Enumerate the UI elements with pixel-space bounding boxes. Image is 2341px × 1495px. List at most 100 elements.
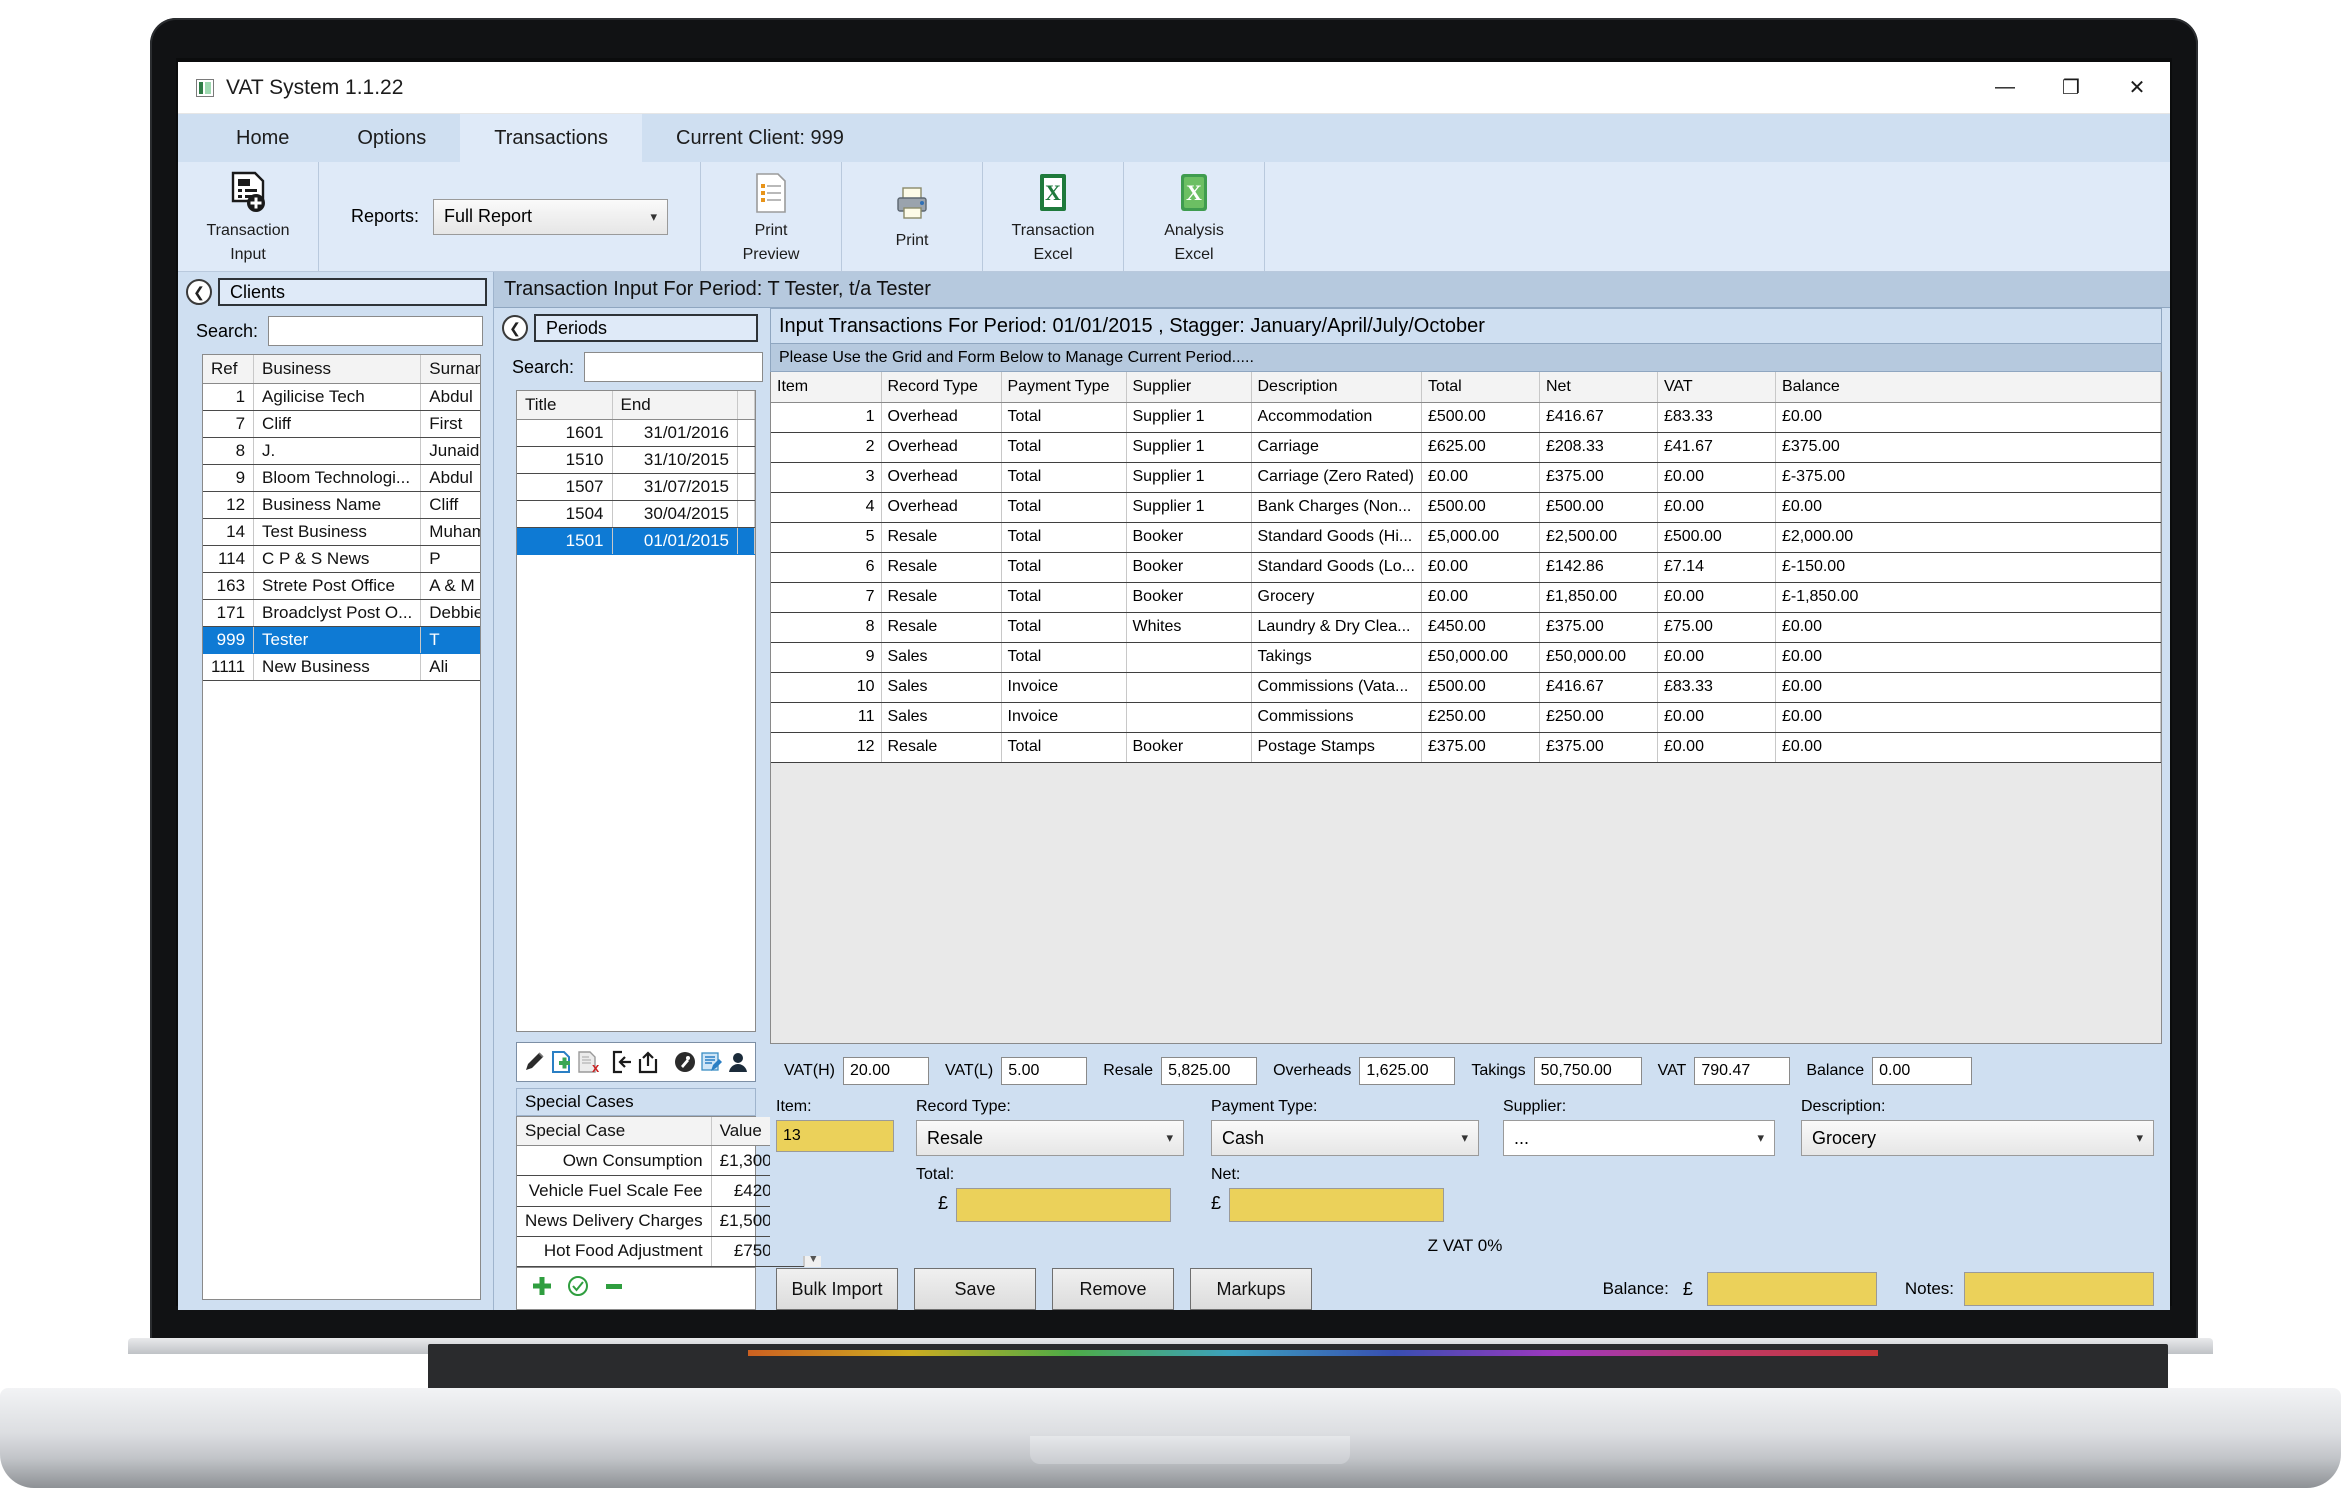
bulk-import-button[interactable]: Bulk Import [776,1268,898,1310]
vat-value[interactable]: 790.47 [1694,1057,1791,1085]
table-row[interactable]: 7 Resale Total Booker Grocery £0.00 £1,850.00 £… [771,582,2161,613]
summary-balance-value[interactable]: 0.00 [1872,1057,1973,1085]
print-preview-button[interactable]: Print Preview [715,169,827,265]
add-icon[interactable] [531,1275,553,1302]
tab-home[interactable]: Home [202,114,323,162]
tab-transactions[interactable]: Transactions [460,114,643,162]
table-row[interactable]: 1 Overhead Total Supplier 1 Accommodation £50… [771,402,2161,433]
table-row[interactable]: 1510 31/10/2015 [517,446,755,474]
form-balance-input[interactable] [1706,1272,1877,1306]
table-row[interactable]: 14Test BusinessMuhammad [203,518,480,546]
table-row[interactable]: 171 Broadclyst Post O... Debbie [203,599,480,627]
payment-type-select[interactable]: Cash ▾ [1211,1120,1479,1156]
collapse-periods-icon[interactable]: ❮ [502,315,528,341]
table-row[interactable]: 9 Bloom Technologi... Abdul [203,464,480,492]
periods-search-input[interactable] [584,352,764,382]
net-input[interactable] [1229,1188,1445,1222]
table-row[interactable]: 12 Resale Total Booker Postage Stamps £375.00… [771,732,2161,763]
close-icon[interactable]: ✕ [2104,62,2170,113]
table-row[interactable]: 5 Resale Total Booker Standard Goods (Hi... £… [771,522,2161,553]
table-row[interactable]: 4 Overhead Total Supplier 1 Bank Charges (No… [771,492,2161,523]
reports-select[interactable]: Full Report ▾ [433,198,669,235]
column-end[interactable]: End [612,391,738,420]
column-business[interactable]: Business [253,355,422,384]
table-row[interactable]: 8 J. Junaid [203,437,480,465]
report-edit-icon[interactable] [699,1047,723,1077]
remove-button[interactable]: Remove [1052,1268,1174,1310]
delete-document-icon[interactable]: x [575,1047,599,1077]
column-special-case[interactable]: Special Case [517,1117,712,1146]
tab-options[interactable]: Options [323,114,460,162]
vat-h-value[interactable]: 20.00 [842,1057,929,1085]
remove-icon[interactable] [603,1275,625,1302]
markups-button[interactable]: Markups [1190,1268,1312,1310]
table-row[interactable]: 9 Sales Total Takings £50,000.00 £50,000.00 £0… [771,642,2161,673]
column-description[interactable]: Description [1251,372,1422,403]
import-icon[interactable] [611,1047,635,1077]
clients-search-input[interactable] [268,316,483,346]
confirm-icon[interactable] [567,1275,589,1302]
table-row[interactable]: 10 Sales Invoice Commissions (Vata... £500.0… [771,672,2161,703]
supplier-select[interactable]: ... ▾ [1503,1120,1775,1156]
column-payment-type[interactable]: Payment Type [1001,372,1127,403]
add-document-icon[interactable] [549,1047,573,1077]
transactions-grid[interactable]: Item Record Type Payment Type Supplier D… [770,372,2162,1044]
minimize-icon[interactable]: — [1972,62,2038,113]
maximize-icon[interactable]: ❐ [2038,62,2104,113]
cell-description: Commissions [1251,702,1422,733]
special-cases-grid[interactable]: Special Case Value Own Consumption £1,300… [516,1116,822,1268]
user-icon[interactable] [725,1047,749,1077]
table-row[interactable]: 8 Resale Total Whites Laundry & Dry Clea... £… [771,612,2161,643]
analysis-excel-button[interactable]: X Analysis Excel [1138,169,1250,265]
table-row[interactable]: 1501 01/01/2015 [517,527,755,555]
table-row[interactable]: 1601 31/01/2016 [517,419,755,447]
column-record-type[interactable]: Record Type [881,372,1002,403]
table-row[interactable]: Vehicle Fuel Scale Fee £420.00 [517,1175,805,1207]
table-row[interactable]: 12 Business Name Cliff [203,491,480,519]
column-vat[interactable]: VAT [1657,372,1776,403]
transaction-excel-button[interactable]: X Transaction Excel [997,169,1109,265]
table-row[interactable]: 3 Overhead Total Supplier 1 Carriage (Zero R… [771,462,2161,493]
cell-payment-type: Total [1001,402,1127,433]
column-total[interactable]: Total [1421,372,1540,403]
column-item[interactable]: Item [771,372,882,403]
table-row[interactable]: 1 Agilicise Tech Abdul [203,383,480,411]
column-balance[interactable]: Balance [1775,372,2161,403]
column-surname[interactable]: Surname [420,355,480,384]
total-input[interactable] [956,1188,1172,1222]
table-row[interactable]: 163 Strete Post Office A & M [203,572,480,600]
table-row[interactable]: Hot Food Adjustment £750.00 [517,1236,805,1268]
column-ref[interactable]: Ref [203,355,255,384]
print-button[interactable]: Print [856,179,968,255]
takings-value[interactable]: 50,750.00 [1533,1057,1642,1085]
column-title[interactable]: Title [517,391,613,420]
table-row[interactable]: 1507 31/07/2015 [517,473,755,501]
export-icon[interactable] [637,1047,661,1077]
periods-grid[interactable]: Title End 1601 31/01/2016 1510 31/10/2015 15… [516,390,756,1032]
table-row[interactable]: 1504 30/04/2015 [517,500,755,528]
overheads-value[interactable]: 1,625.00 [1359,1057,1456,1085]
record-type-select[interactable]: Resale ▾ [916,1120,1184,1156]
edit-pencil-icon[interactable] [523,1047,547,1077]
description-select[interactable]: Grocery ▾ [1801,1120,2154,1156]
item-input[interactable]: 13 [776,1120,894,1152]
table-row[interactable]: 11 Sales Invoice Commissions £250.00 £250.00 £… [771,702,2161,733]
table-row[interactable]: 999 Tester T [203,626,480,654]
table-row[interactable]: News Delivery Charges £1,500.00 [517,1206,805,1237]
table-row[interactable]: 1111 New Business Ali [203,653,480,681]
column-net[interactable]: Net [1539,372,1658,403]
table-row[interactable]: 114 C P & S News P [203,545,480,573]
column-supplier[interactable]: Supplier [1126,372,1252,403]
table-row[interactable]: Own Consumption £1,300.00 [517,1145,805,1177]
table-row[interactable]: 6 Resale Total Booker Standard Goods (Lo... £… [771,552,2161,583]
resale-value[interactable]: 5,825.00 [1161,1057,1258,1085]
table-row[interactable]: 2 Overhead Total Supplier 1 Carriage £625.00 £… [771,432,2161,463]
transaction-input-button[interactable]: Transaction Input [192,169,304,265]
vat-l-value[interactable]: 5.00 [1001,1057,1088,1085]
table-row[interactable]: 7 Cliff First [203,410,480,438]
settings-icon[interactable] [673,1047,697,1077]
clients-grid[interactable]: Ref Business Surname 1Agilicise TechAbdu… [202,354,481,1300]
notes-input[interactable] [1964,1272,2154,1306]
save-button[interactable]: Save [914,1268,1036,1310]
collapse-clients-icon[interactable]: ❮ [186,279,212,305]
